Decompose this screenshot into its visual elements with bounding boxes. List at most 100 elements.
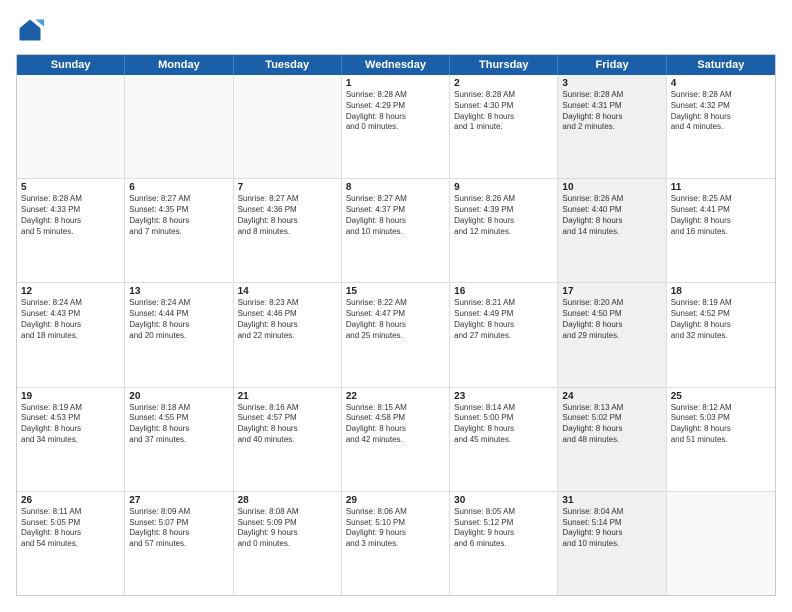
cell-line: Sunset: 5:07 PM — [129, 518, 228, 529]
cell-line: and 0 minutes. — [238, 539, 337, 550]
day-number: 4 — [671, 78, 771, 89]
cell-line: Daylight: 8 hours — [562, 320, 661, 331]
cell-line: Sunrise: 8:06 AM — [346, 507, 445, 518]
cell-line: and 57 minutes. — [129, 539, 228, 550]
day-number: 7 — [238, 182, 337, 193]
cell-line: and 12 minutes. — [454, 227, 553, 238]
cell-line: Sunrise: 8:05 AM — [454, 507, 553, 518]
cell-line: Daylight: 8 hours — [129, 424, 228, 435]
cell-line: Sunset: 5:03 PM — [671, 413, 771, 424]
cell-line: Sunrise: 8:04 AM — [562, 507, 661, 518]
cell-line: Daylight: 8 hours — [562, 112, 661, 123]
day-number: 1 — [346, 78, 445, 89]
cell-line: and 5 minutes. — [21, 227, 120, 238]
cell-line: Sunset: 5:09 PM — [238, 518, 337, 529]
cal-cell-4-2: 28Sunrise: 8:08 AMSunset: 5:09 PMDayligh… — [234, 492, 342, 595]
cal-cell-3-4: 23Sunrise: 8:14 AMSunset: 5:00 PMDayligh… — [450, 388, 558, 491]
cal-cell-1-6: 11Sunrise: 8:25 AMSunset: 4:41 PMDayligh… — [667, 179, 775, 282]
cal-cell-1-3: 8Sunrise: 8:27 AMSunset: 4:37 PMDaylight… — [342, 179, 450, 282]
cell-line: Sunrise: 8:25 AM — [671, 194, 771, 205]
cal-cell-0-4: 2Sunrise: 8:28 AMSunset: 4:30 PMDaylight… — [450, 75, 558, 178]
cell-line: and 40 minutes. — [238, 435, 337, 446]
cal-cell-2-4: 16Sunrise: 8:21 AMSunset: 4:49 PMDayligh… — [450, 283, 558, 386]
cell-line: Sunrise: 8:28 AM — [562, 90, 661, 101]
cell-line: Daylight: 8 hours — [346, 112, 445, 123]
cell-line: Sunrise: 8:12 AM — [671, 403, 771, 414]
cell-line: Sunset: 5:05 PM — [21, 518, 120, 529]
cell-line: Sunrise: 8:28 AM — [21, 194, 120, 205]
logo-icon — [16, 16, 44, 44]
day-number: 12 — [21, 286, 120, 297]
cell-line: Daylight: 8 hours — [238, 320, 337, 331]
cal-cell-0-5: 3Sunrise: 8:28 AMSunset: 4:31 PMDaylight… — [558, 75, 666, 178]
header-day-thursday: Thursday — [450, 55, 558, 75]
day-number: 19 — [21, 391, 120, 402]
day-number: 16 — [454, 286, 553, 297]
cell-line: Sunset: 5:00 PM — [454, 413, 553, 424]
cell-line: and 7 minutes. — [129, 227, 228, 238]
cell-line: Sunset: 4:58 PM — [346, 413, 445, 424]
cell-line: and 3 minutes. — [346, 539, 445, 550]
cell-line: and 1 minute. — [454, 122, 553, 133]
cell-line: Daylight: 8 hours — [346, 216, 445, 227]
cal-cell-3-0: 19Sunrise: 8:19 AMSunset: 4:53 PMDayligh… — [17, 388, 125, 491]
cal-row-2: 12Sunrise: 8:24 AMSunset: 4:43 PMDayligh… — [17, 283, 775, 387]
cal-cell-4-3: 29Sunrise: 8:06 AMSunset: 5:10 PMDayligh… — [342, 492, 450, 595]
day-number: 11 — [671, 182, 771, 193]
cell-line: Sunrise: 8:26 AM — [562, 194, 661, 205]
cell-line: Sunrise: 8:19 AM — [671, 298, 771, 309]
cell-line: and 48 minutes. — [562, 435, 661, 446]
cal-cell-1-4: 9Sunrise: 8:26 AMSunset: 4:39 PMDaylight… — [450, 179, 558, 282]
cell-line: and 27 minutes. — [454, 331, 553, 342]
cell-line: Daylight: 8 hours — [238, 216, 337, 227]
cal-cell-4-5: 31Sunrise: 8:04 AMSunset: 5:14 PMDayligh… — [558, 492, 666, 595]
cal-cell-3-3: 22Sunrise: 8:15 AMSunset: 4:58 PMDayligh… — [342, 388, 450, 491]
cell-line: Sunset: 4:41 PM — [671, 205, 771, 216]
cell-line: Daylight: 8 hours — [454, 216, 553, 227]
cell-line: Sunset: 4:57 PM — [238, 413, 337, 424]
cell-line: Sunrise: 8:11 AM — [21, 507, 120, 518]
cell-line: Sunrise: 8:16 AM — [238, 403, 337, 414]
cell-line: and 6 minutes. — [454, 539, 553, 550]
cal-row-4: 26Sunrise: 8:11 AMSunset: 5:05 PM Dayligh… — [17, 492, 775, 595]
cell-line: Sunrise: 8:23 AM — [238, 298, 337, 309]
cal-cell-2-1: 13Sunrise: 8:24 AMSunset: 4:44 PMDayligh… — [125, 283, 233, 386]
cell-line: Sunrise: 8:08 AM — [238, 507, 337, 518]
cell-line: Sunrise: 8:28 AM — [346, 90, 445, 101]
cell-line: Sunset: 4:44 PM — [129, 309, 228, 320]
calendar-body: 1Sunrise: 8:28 AMSunset: 4:29 PMDaylight… — [17, 75, 775, 595]
cell-line: Sunrise: 8:09 AM — [129, 507, 228, 518]
day-number: 21 — [238, 391, 337, 402]
cell-line: Sunrise: 8:27 AM — [238, 194, 337, 205]
cell-line: Daylight: 9 hours — [238, 528, 337, 539]
cell-line: Sunset: 4:49 PM — [454, 309, 553, 320]
page: SundayMondayTuesdayWednesdayThursdayFrid… — [0, 0, 792, 612]
cal-cell-1-2: 7Sunrise: 8:27 AMSunset: 4:36 PMDaylight… — [234, 179, 342, 282]
cell-line: Daylight: 8 hours — [562, 216, 661, 227]
header-day-sunday: Sunday — [17, 55, 125, 75]
day-number: 8 — [346, 182, 445, 193]
day-number: 14 — [238, 286, 337, 297]
day-number: 26 — [21, 495, 120, 506]
cell-line: Sunset: 4:30 PM — [454, 101, 553, 112]
cell-line: Daylight: 8 hours — [21, 424, 120, 435]
day-number: 5 — [21, 182, 120, 193]
cal-row-1: 5Sunrise: 8:28 AMSunset: 4:33 PMDaylight… — [17, 179, 775, 283]
cell-line: Sunset: 4:55 PM — [129, 413, 228, 424]
cell-line: Sunset: 4:43 PM — [21, 309, 120, 320]
cell-line: Sunset: 4:35 PM — [129, 205, 228, 216]
cell-line: Sunset: 4:47 PM — [346, 309, 445, 320]
logo — [16, 16, 48, 44]
day-number: 10 — [562, 182, 661, 193]
cell-line: Daylight: 8 hours — [454, 424, 553, 435]
cell-line: Daylight: 8 hours — [21, 216, 120, 227]
cell-line: Sunrise: 8:15 AM — [346, 403, 445, 414]
cell-line: and 37 minutes. — [129, 435, 228, 446]
cell-line: Daylight: 8 hours — [671, 424, 771, 435]
day-number: 15 — [346, 286, 445, 297]
cal-cell-2-0: 12Sunrise: 8:24 AMSunset: 4:43 PMDayligh… — [17, 283, 125, 386]
day-number: 3 — [562, 78, 661, 89]
cal-cell-0-2 — [234, 75, 342, 178]
cell-line: Daylight: 8 hours — [238, 424, 337, 435]
cell-line: Daylight: 8 hours — [671, 112, 771, 123]
